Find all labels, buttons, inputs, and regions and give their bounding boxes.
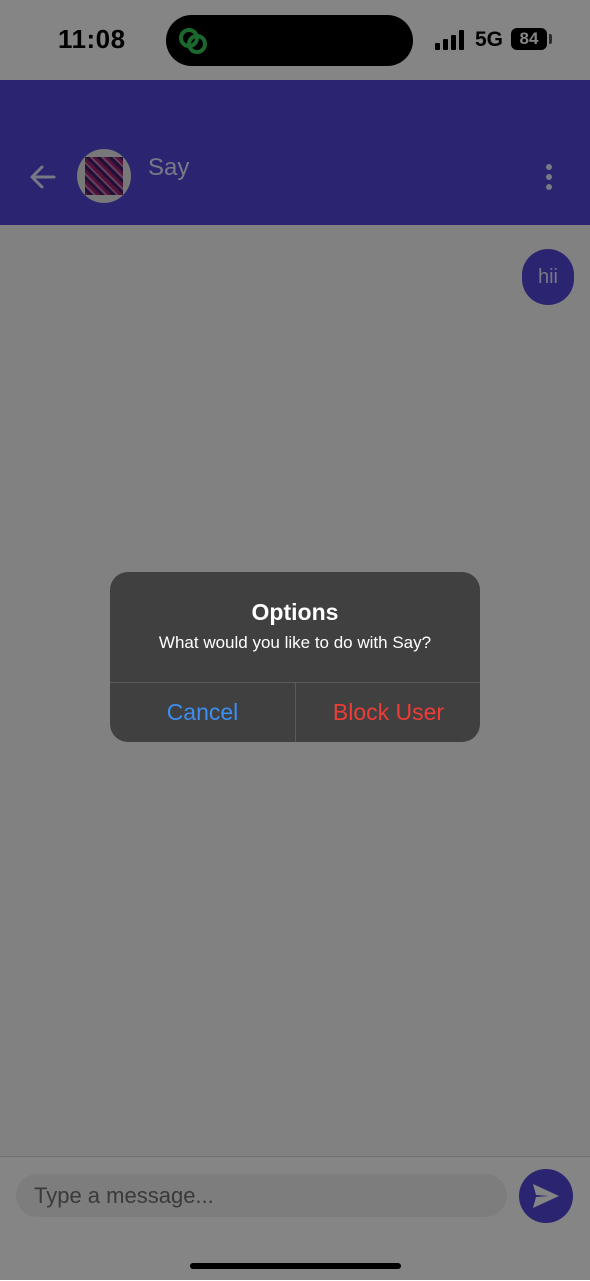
cancel-button[interactable]: Cancel xyxy=(110,683,295,742)
dialog-title: Options xyxy=(251,599,339,625)
options-dialog: Options What would you like to do with S… xyxy=(110,572,480,742)
dialog-message: What would you like to do with Say? xyxy=(158,633,432,652)
block-user-button[interactable]: Block User xyxy=(296,683,480,742)
